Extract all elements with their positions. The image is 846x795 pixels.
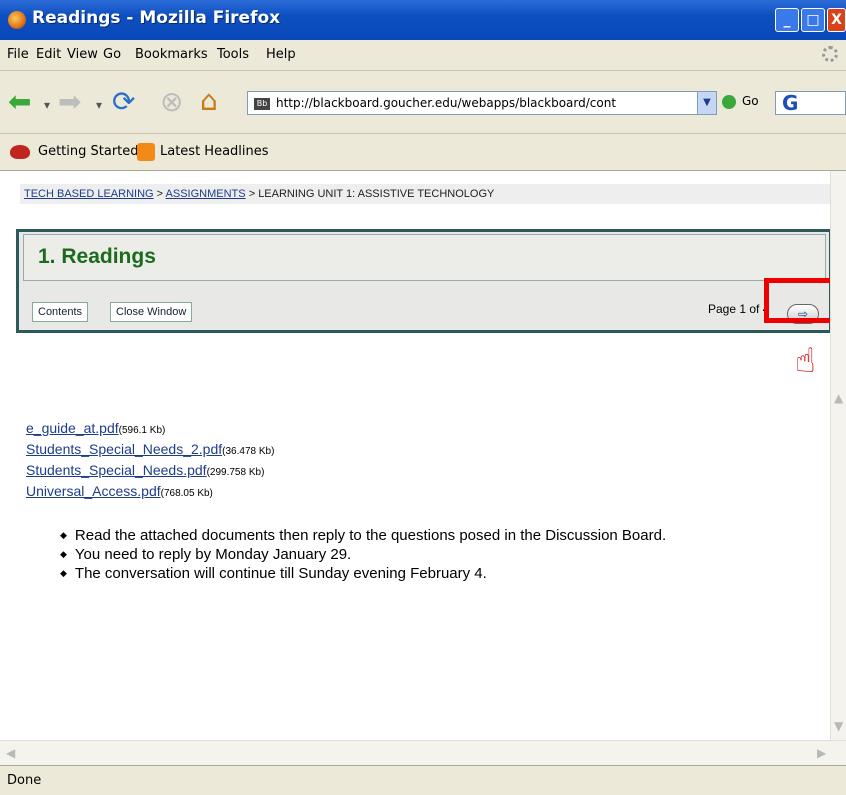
scroll-left-icon[interactable]: ◀ xyxy=(6,746,15,760)
forward-dropdown-icon[interactable]: ▾ xyxy=(96,91,102,119)
file-link[interactable]: Students_Special_Needs_2.pdf xyxy=(26,441,222,457)
title-bar: Readings - Mozilla Firefox _ □ X xyxy=(0,0,846,40)
search-box[interactable]: G xyxy=(775,91,846,115)
bookmark-getting-started[interactable]: Getting Started xyxy=(38,144,139,159)
title-box: 1. Readings xyxy=(23,234,826,281)
file-link[interactable]: Students_Special_Needs.pdf xyxy=(26,462,207,478)
instruction-list: Read the attached documents then reply t… xyxy=(60,526,666,583)
rss-feed-icon xyxy=(137,143,155,161)
menu-view[interactable]: View xyxy=(67,47,98,62)
menu-tools[interactable]: Tools xyxy=(217,47,249,62)
scroll-up-icon[interactable]: ▲ xyxy=(834,391,843,405)
back-arrow-icon[interactable]: ⬅ xyxy=(8,88,31,116)
file-list: e_guide_at.pdf(596.1 Kb) Students_Specia… xyxy=(26,419,274,503)
scroll-down-icon[interactable]: ▼ xyxy=(834,719,843,733)
go-label: Go xyxy=(742,94,759,108)
status-text: Done xyxy=(7,773,42,788)
home-icon[interactable]: ⌂ xyxy=(200,87,218,115)
highlight-box xyxy=(764,278,830,323)
instruction-item: The conversation will continue till Sund… xyxy=(60,564,666,583)
page-indicator: Page 1 of 4 xyxy=(708,302,770,316)
menu-bar: File Edit View Go Bookmarks Tools Help xyxy=(0,40,846,71)
throbber-icon xyxy=(822,46,838,62)
file-size: (596.1 Kb) xyxy=(118,425,166,436)
address-bar[interactable]: Bb http://blackboard.goucher.edu/webapps/… xyxy=(247,91,717,115)
file-size: (299.758 Kb) xyxy=(206,467,265,478)
minimize-button[interactable]: _ xyxy=(775,8,799,32)
menu-help[interactable]: Help xyxy=(266,47,296,62)
instruction-item: Read the attached documents then reply t… xyxy=(60,526,666,545)
reload-icon[interactable]: ⟳ xyxy=(112,88,135,116)
breadcrumb: TECH BASED LEARNING > ASSIGNMENTS > LEAR… xyxy=(20,184,830,204)
bookmark-latest-headlines[interactable]: Latest Headlines xyxy=(160,144,269,159)
file-link[interactable]: e_guide_at.pdf xyxy=(26,420,119,436)
scroll-right-icon[interactable]: ▶ xyxy=(817,746,826,760)
address-dropdown-icon[interactable]: ▼ xyxy=(697,92,716,114)
breadcrumb-separator: > xyxy=(156,188,164,200)
list-item: e_guide_at.pdf(596.1 Kb) xyxy=(26,419,274,440)
menu-go[interactable]: Go xyxy=(103,47,121,62)
list-item: Universal_Access.pdf(768.05 Kb) xyxy=(26,482,274,503)
page-title: 1. Readings xyxy=(38,245,156,268)
window-title: Readings - Mozilla Firefox xyxy=(32,8,281,28)
menu-file[interactable]: File xyxy=(7,47,29,62)
content-header-panel: 1. Readings Contents Close Window Page 1… xyxy=(16,229,830,333)
file-link[interactable]: Universal_Access.pdf xyxy=(26,483,161,499)
forward-arrow-icon[interactable]: ➡ xyxy=(58,88,81,116)
instruction-item: You need to reply by Monday January 29. xyxy=(60,545,666,564)
status-bar: Done xyxy=(0,765,846,795)
vertical-scrollbar[interactable]: ▲ ▼ xyxy=(830,171,846,740)
breadcrumb-assignments[interactable]: ASSIGNMENTS xyxy=(166,188,246,200)
address-text: http://blackboard.goucher.edu/webapps/bl… xyxy=(276,96,617,110)
breadcrumb-tech-based-learning[interactable]: TECH BASED LEARNING xyxy=(24,188,154,200)
go-icon xyxy=(722,94,736,109)
page-content: TECH BASED LEARNING > ASSIGNMENTS > LEAR… xyxy=(0,171,830,740)
bookmarks-toolbar: Getting Started Latest Headlines xyxy=(0,134,846,171)
hand-cursor-icon: ☝ xyxy=(795,341,816,381)
close-button[interactable]: X xyxy=(827,8,846,32)
firefox-icon xyxy=(8,11,26,29)
list-item: Students_Special_Needs.pdf(299.758 Kb) xyxy=(26,461,274,482)
site-favicon-icon: Bb xyxy=(254,97,270,110)
file-size: (36.478 Kb) xyxy=(222,446,275,457)
back-dropdown-icon[interactable]: ▾ xyxy=(44,91,50,119)
horizontal-scrollbar[interactable]: ◀ ▶ xyxy=(0,740,846,765)
breadcrumb-separator: > xyxy=(248,188,256,200)
navigation-toolbar: ⬅ ▾ ➡ ▾ ⟳ ⊗ ⌂ Bb http://blackboard.gouche… xyxy=(0,71,846,134)
maximize-button[interactable]: □ xyxy=(801,8,825,32)
google-search-icon: G xyxy=(782,91,799,115)
close-window-button[interactable]: Close Window xyxy=(110,302,193,322)
contents-button[interactable]: Contents xyxy=(32,302,89,322)
stop-icon[interactable]: ⊗ xyxy=(160,88,183,116)
menu-bookmarks[interactable]: Bookmarks xyxy=(135,47,208,62)
list-item: Students_Special_Needs_2.pdf(36.478 Kb) xyxy=(26,440,274,461)
file-size: (768.05 Kb) xyxy=(160,488,213,499)
menu-edit[interactable]: Edit xyxy=(36,47,61,62)
getting-started-icon xyxy=(10,145,30,159)
breadcrumb-current: LEARNING UNIT 1: ASSISTIVE TECHNOLOGY xyxy=(258,188,495,200)
go-button[interactable]: Go xyxy=(722,94,759,109)
